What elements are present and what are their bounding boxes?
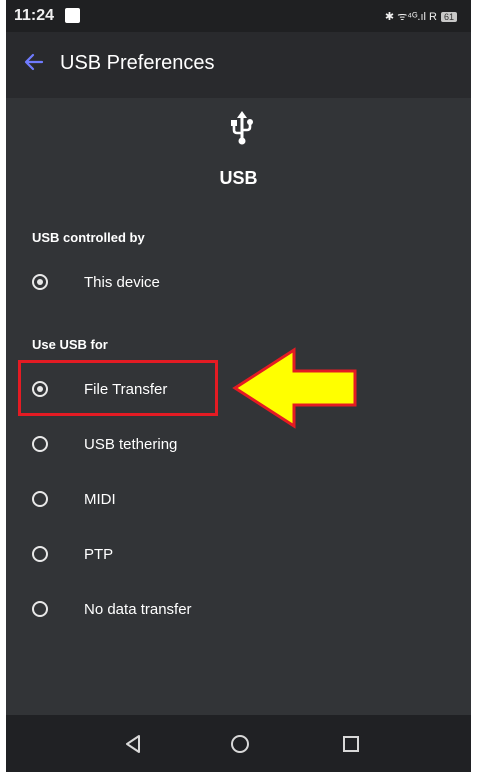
back-triangle-icon[interactable] (122, 733, 144, 755)
yellow-arrow-icon (232, 347, 357, 429)
option-this-device[interactable]: This device (32, 262, 452, 302)
home-circle-icon[interactable] (229, 733, 251, 755)
usb-label: USB (219, 168, 258, 188)
option-label: PTP (84, 545, 114, 563)
option-label: MIDI (84, 490, 116, 508)
battery-icon: 61 (440, 11, 457, 22)
option-no-data-transfer[interactable]: No data transfer (32, 589, 452, 629)
option-usb-tethering[interactable]: USB tethering (32, 424, 452, 464)
arrow-left-icon[interactable] (22, 50, 46, 74)
option-midi[interactable]: MIDI (32, 479, 452, 519)
recents-square-icon[interactable] (340, 733, 362, 755)
radio-unselected-icon[interactable] (32, 546, 48, 562)
signal-icons: ✱ ᯤ⁴ᴳ.ıl R (384, 11, 437, 23)
option-ptp[interactable]: PTP (32, 534, 452, 574)
status-bar: 11:24 ✱ ᯤ⁴ᴳ.ıl R 61 (6, 0, 471, 32)
option-label: USB tethering (84, 435, 178, 453)
radio-unselected-icon[interactable] (32, 601, 48, 617)
status-time: 11:24 (14, 7, 55, 24)
radio-unselected-icon[interactable] (32, 436, 48, 452)
page-title: USB Preferences (60, 52, 215, 74)
option-label: This device (84, 273, 160, 291)
highlight-box (18, 360, 218, 416)
notification-icon (65, 8, 80, 23)
radio-unselected-icon[interactable] (32, 491, 48, 507)
option-label: No data transfer (84, 600, 192, 618)
section-header-use-for: Use USB for (32, 337, 108, 352)
usb-icon (231, 111, 253, 145)
navigation-bar (6, 715, 471, 772)
app-bar: USB Preferences (6, 32, 471, 98)
radio-selected-icon[interactable] (32, 274, 48, 290)
section-header-controlled-by: USB controlled by (32, 230, 145, 245)
phone-screen: 11:24 ✱ ᯤ⁴ᴳ.ıl R 61 USB Preferences USB … (6, 0, 471, 772)
status-indicators: ✱ ᯤ⁴ᴳ.ıl R 61 (385, 9, 457, 24)
